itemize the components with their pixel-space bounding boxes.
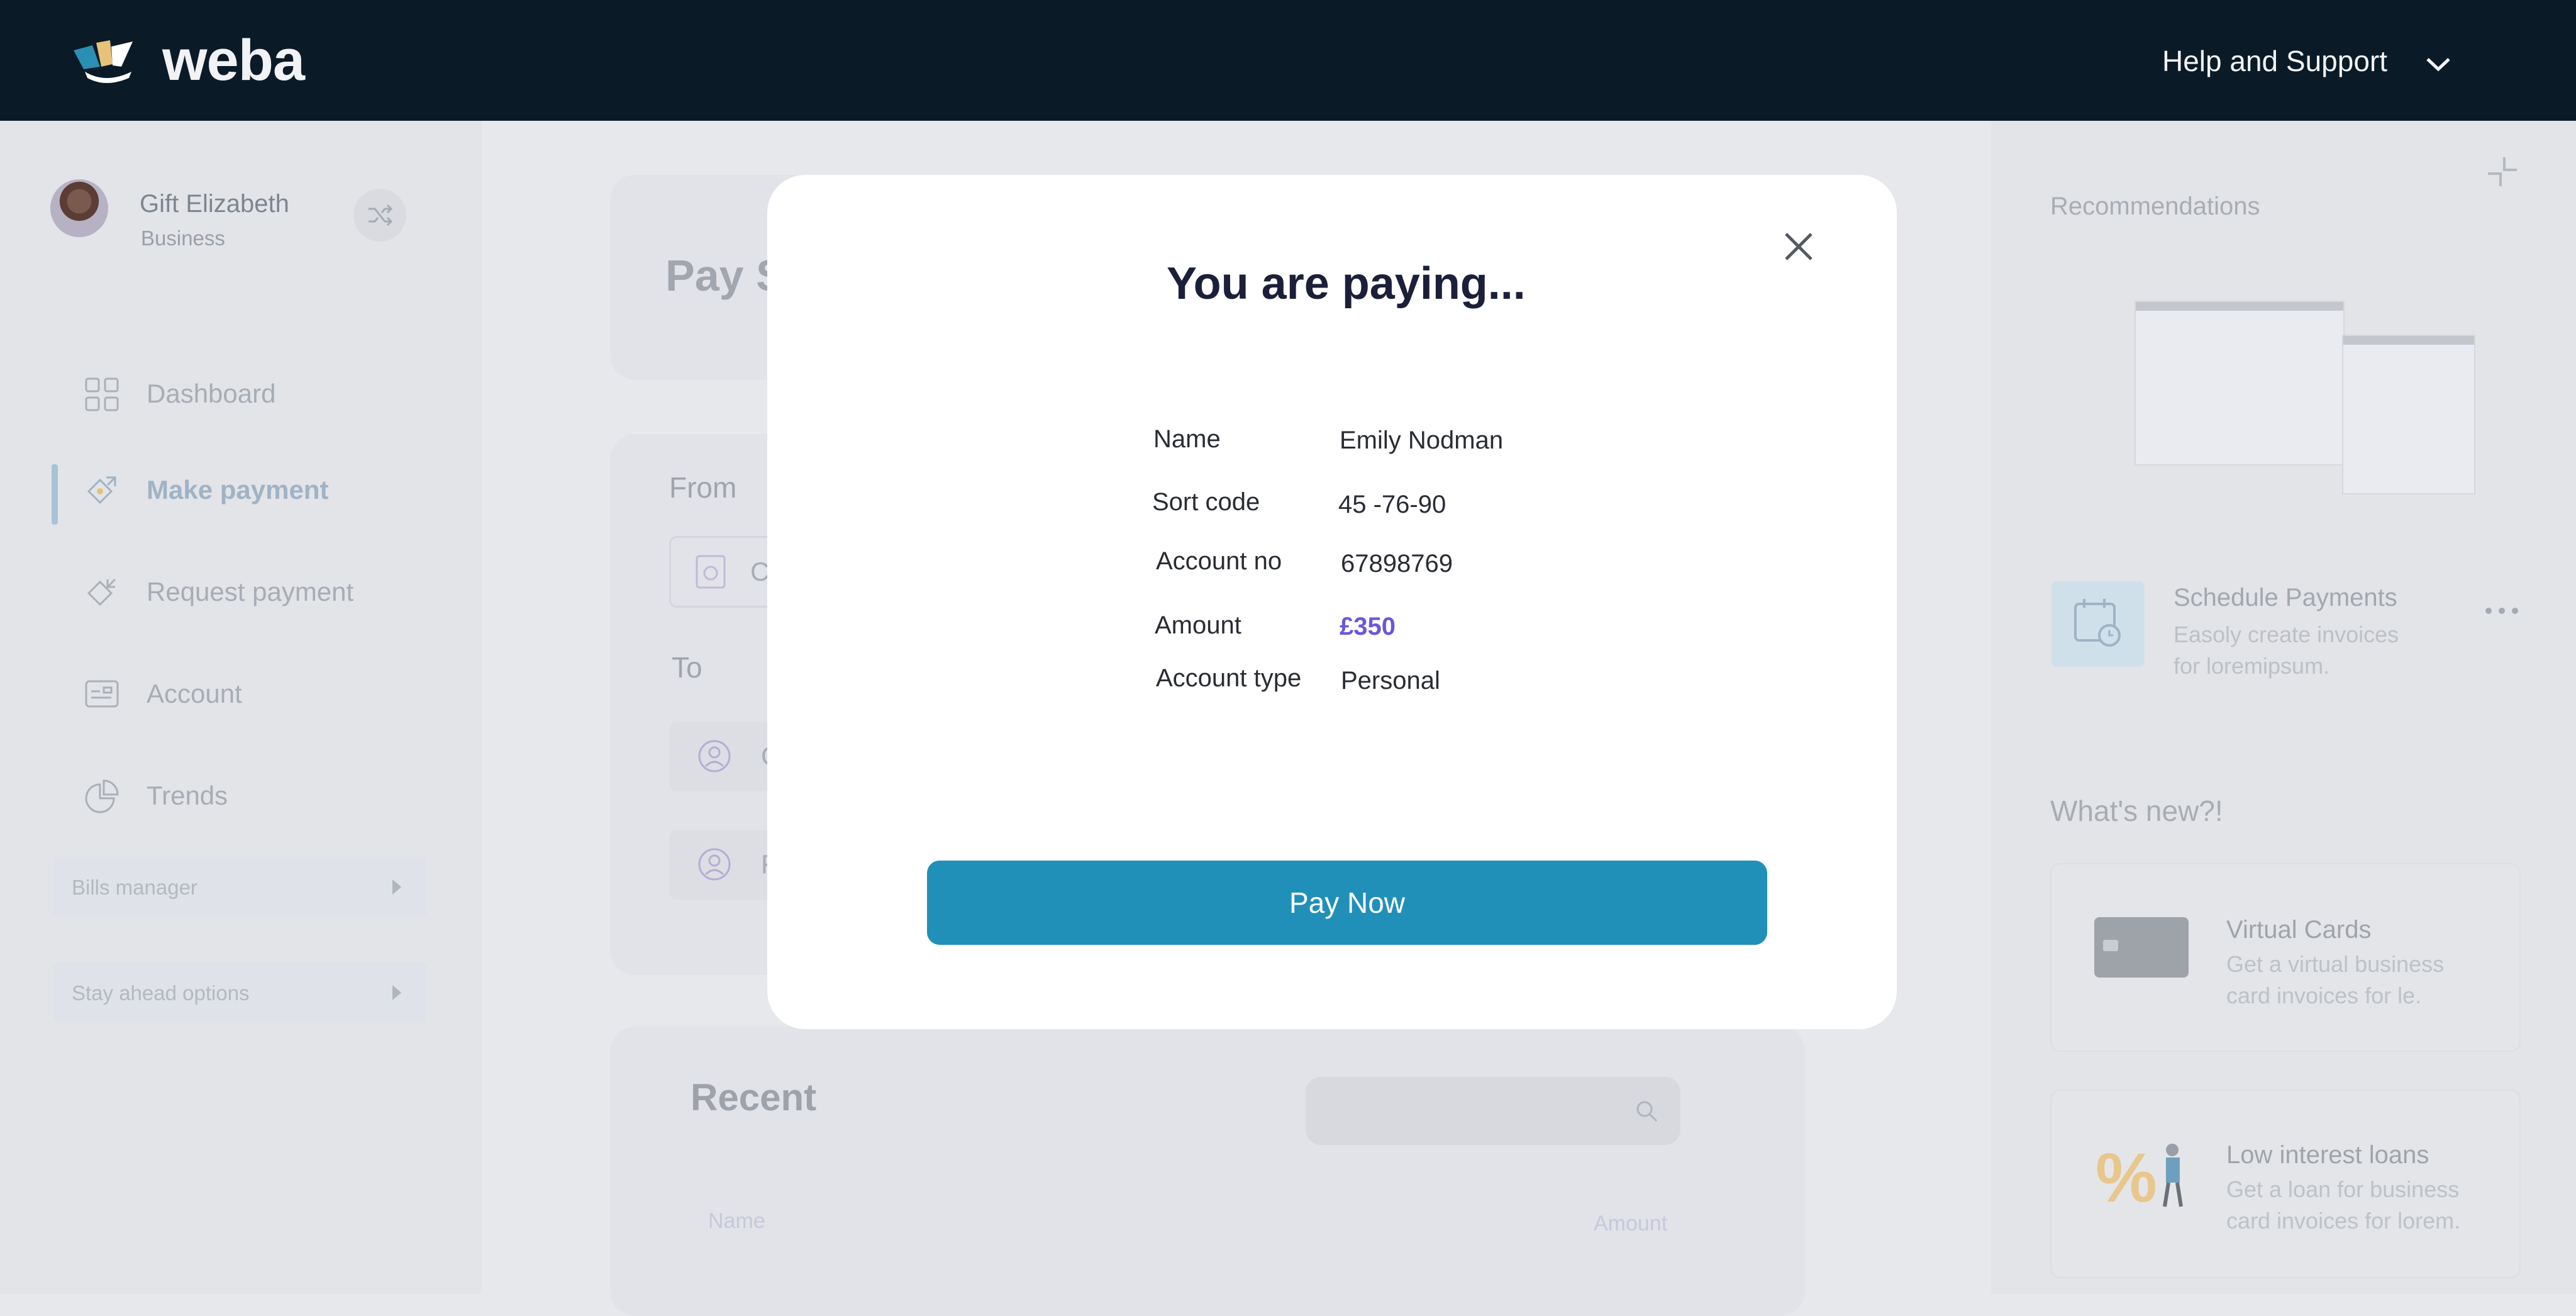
- modal-title: You are paying...: [1167, 259, 1526, 309]
- column-header-amount[interactable]: Amount: [1594, 1212, 1667, 1236]
- column-header-name[interactable]: Name: [708, 1209, 765, 1234]
- active-nav-indicator: [52, 464, 58, 525]
- description-line: Get a loan for business: [2226, 1176, 2460, 1202]
- schedule-calendar-icon: [2051, 581, 2145, 667]
- close-icon[interactable]: [1781, 229, 1816, 264]
- chevron-down-icon[interactable]: [2424, 54, 2453, 73]
- feature-description: Get a loan for business card invoices fo…: [2226, 1174, 2460, 1237]
- recent-card: [610, 1027, 1805, 1316]
- user-circle-icon: [698, 740, 731, 772]
- sidebar-item-label: Dashboard: [147, 379, 276, 408]
- app-logo-text[interactable]: weba: [162, 28, 305, 94]
- detail-label-amount: Amount: [1155, 611, 1241, 639]
- pie-chart-icon: [85, 779, 119, 813]
- description-line: card invoices for lorem.: [2226, 1208, 2461, 1234]
- whats-new-title: What's new?!: [2050, 795, 2223, 827]
- to-label: To: [672, 651, 702, 684]
- search-icon: [1636, 1101, 1658, 1122]
- feature-title: Virtual Cards: [2226, 916, 2372, 944]
- section-label: Stay ahead options: [72, 981, 250, 1005]
- sidebar-item-label: Request payment: [147, 577, 354, 606]
- detail-label-sort-code: Sort code: [1152, 488, 1260, 516]
- stay-ahead-options-section[interactable]: Stay ahead options: [53, 962, 426, 1023]
- schedule-payments-description: Easoly create invoices for loremipsum.: [2174, 619, 2399, 682]
- user-circle-icon: [698, 848, 731, 881]
- from-label: From: [669, 471, 737, 504]
- shuffle-icon: [369, 204, 393, 226]
- payment-request-icon: [87, 578, 116, 606]
- account-icon: [696, 555, 726, 589]
- recent-title: Recent: [691, 1076, 817, 1118]
- sidebar-item-make-payment[interactable]: Make payment: [84, 467, 436, 511]
- account-card-icon: [85, 680, 119, 708]
- recent-search-input[interactable]: [1306, 1077, 1680, 1145]
- credit-card-icon: [2094, 917, 2189, 978]
- recommendations-title: Recommendations: [2050, 192, 2260, 220]
- user-role: Business: [141, 226, 225, 250]
- detail-label-account-no: Account no: [1156, 547, 1282, 575]
- detail-value-amount: £350: [1340, 613, 1396, 640]
- avatar[interactable]: [50, 179, 108, 237]
- sidebar-item-dashboard[interactable]: Dashboard: [84, 371, 436, 415]
- collapse-icon[interactable]: [2485, 155, 2519, 189]
- from-account-value: C: [750, 557, 770, 586]
- pay-now-button[interactable]: Pay Now: [927, 861, 1767, 945]
- sidebar-item-label: Account: [147, 679, 242, 708]
- payment-send-icon: [87, 476, 116, 505]
- description-line: Get a virtual business: [2226, 951, 2445, 977]
- sidebar-item-account[interactable]: Account: [84, 671, 436, 715]
- description-line: card invoices for le.: [2226, 983, 2422, 1008]
- user-name: Gift Elizabeth: [140, 190, 289, 218]
- description-line: Easoly create invoices: [2174, 622, 2399, 647]
- detail-value-name: Emily Nodman: [1340, 427, 1504, 454]
- schedule-payments-title[interactable]: Schedule Payments: [2174, 584, 2397, 612]
- svg-text:%: %: [2096, 1139, 2157, 1213]
- detail-label-name: Name: [1153, 425, 1221, 453]
- dashboard-preview-image: [2342, 335, 2475, 494]
- detail-label-account-type: Account type: [1156, 664, 1302, 692]
- caret-right-icon: [392, 985, 401, 1000]
- bills-manager-section[interactable]: Bills manager: [53, 857, 426, 917]
- top-bar: weba Help and Support: [0, 0, 2576, 121]
- feature-description: Get a virtual business card invoices for…: [2226, 949, 2444, 1012]
- detail-value-account-type: Personal: [1341, 667, 1440, 694]
- sidebar-item-request-payment[interactable]: Request payment: [84, 569, 436, 613]
- grid-icon: [85, 377, 119, 411]
- sidebar-item-label: Make payment: [147, 475, 329, 505]
- percent-loan-icon: %: [2096, 1139, 2183, 1213]
- caret-right-icon: [392, 879, 401, 895]
- weba-logo-icon: [74, 40, 133, 83]
- switch-account-button[interactable]: [353, 189, 406, 242]
- feature-title: Low interest loans: [2226, 1141, 2429, 1169]
- detail-value-account-no: 67898769: [1341, 550, 1453, 577]
- help-support-menu[interactable]: Help and Support: [2162, 44, 2387, 78]
- detail-value-sort-code: 45 -76-90: [1338, 491, 1446, 518]
- sidebar-item-label: Trends: [147, 781, 228, 810]
- more-options-icon[interactable]: [2484, 606, 2519, 615]
- description-line: for loremipsum.: [2174, 653, 2330, 679]
- dashboard-preview-image: [2135, 301, 2345, 466]
- sidebar-item-trends[interactable]: Trends: [84, 773, 436, 817]
- section-label: Bills manager: [72, 876, 197, 899]
